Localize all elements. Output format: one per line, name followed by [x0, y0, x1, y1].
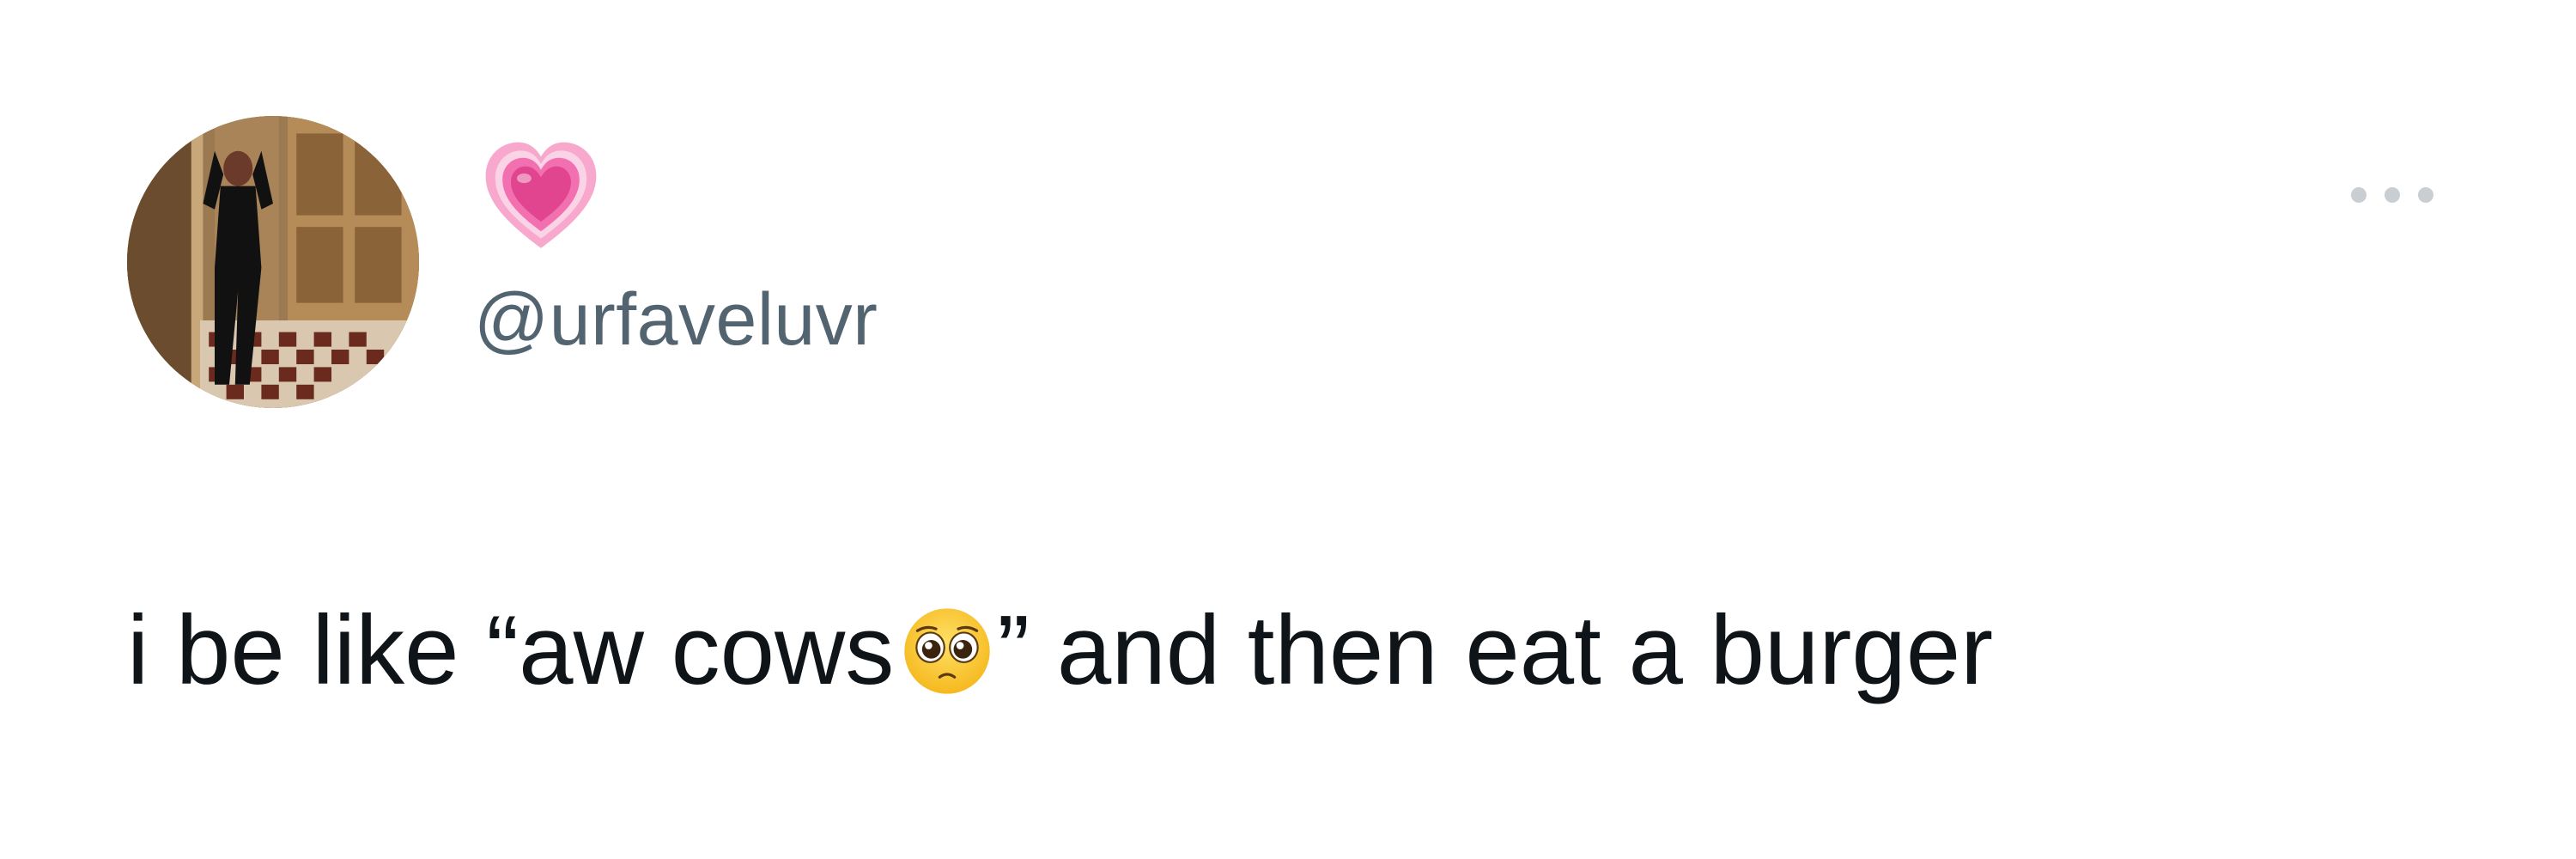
display-name[interactable]	[481, 137, 601, 258]
more-options-icon[interactable]	[2351, 182, 2433, 208]
tweet-text: i be like “aw cows ” and then eat a burg…	[127, 591, 1993, 711]
more-dot	[2351, 187, 2366, 203]
more-dot	[2385, 187, 2400, 203]
growing-heart-icon	[485, 142, 597, 248]
pleading-face-icon	[901, 605, 993, 698]
tweet-text-part-2: ” and then eat a burger	[997, 596, 1994, 705]
avatar[interactable]	[127, 116, 419, 408]
more-dot	[2418, 187, 2433, 203]
user-handle[interactable]: @urfaveluvr	[474, 277, 878, 362]
tweet-text-part-1: i be like “aw cows	[127, 596, 895, 705]
tweet-card: @urfaveluvr i be like “aw cows ” and the…	[0, 0, 2576, 859]
profile-photo-icon	[127, 116, 419, 408]
